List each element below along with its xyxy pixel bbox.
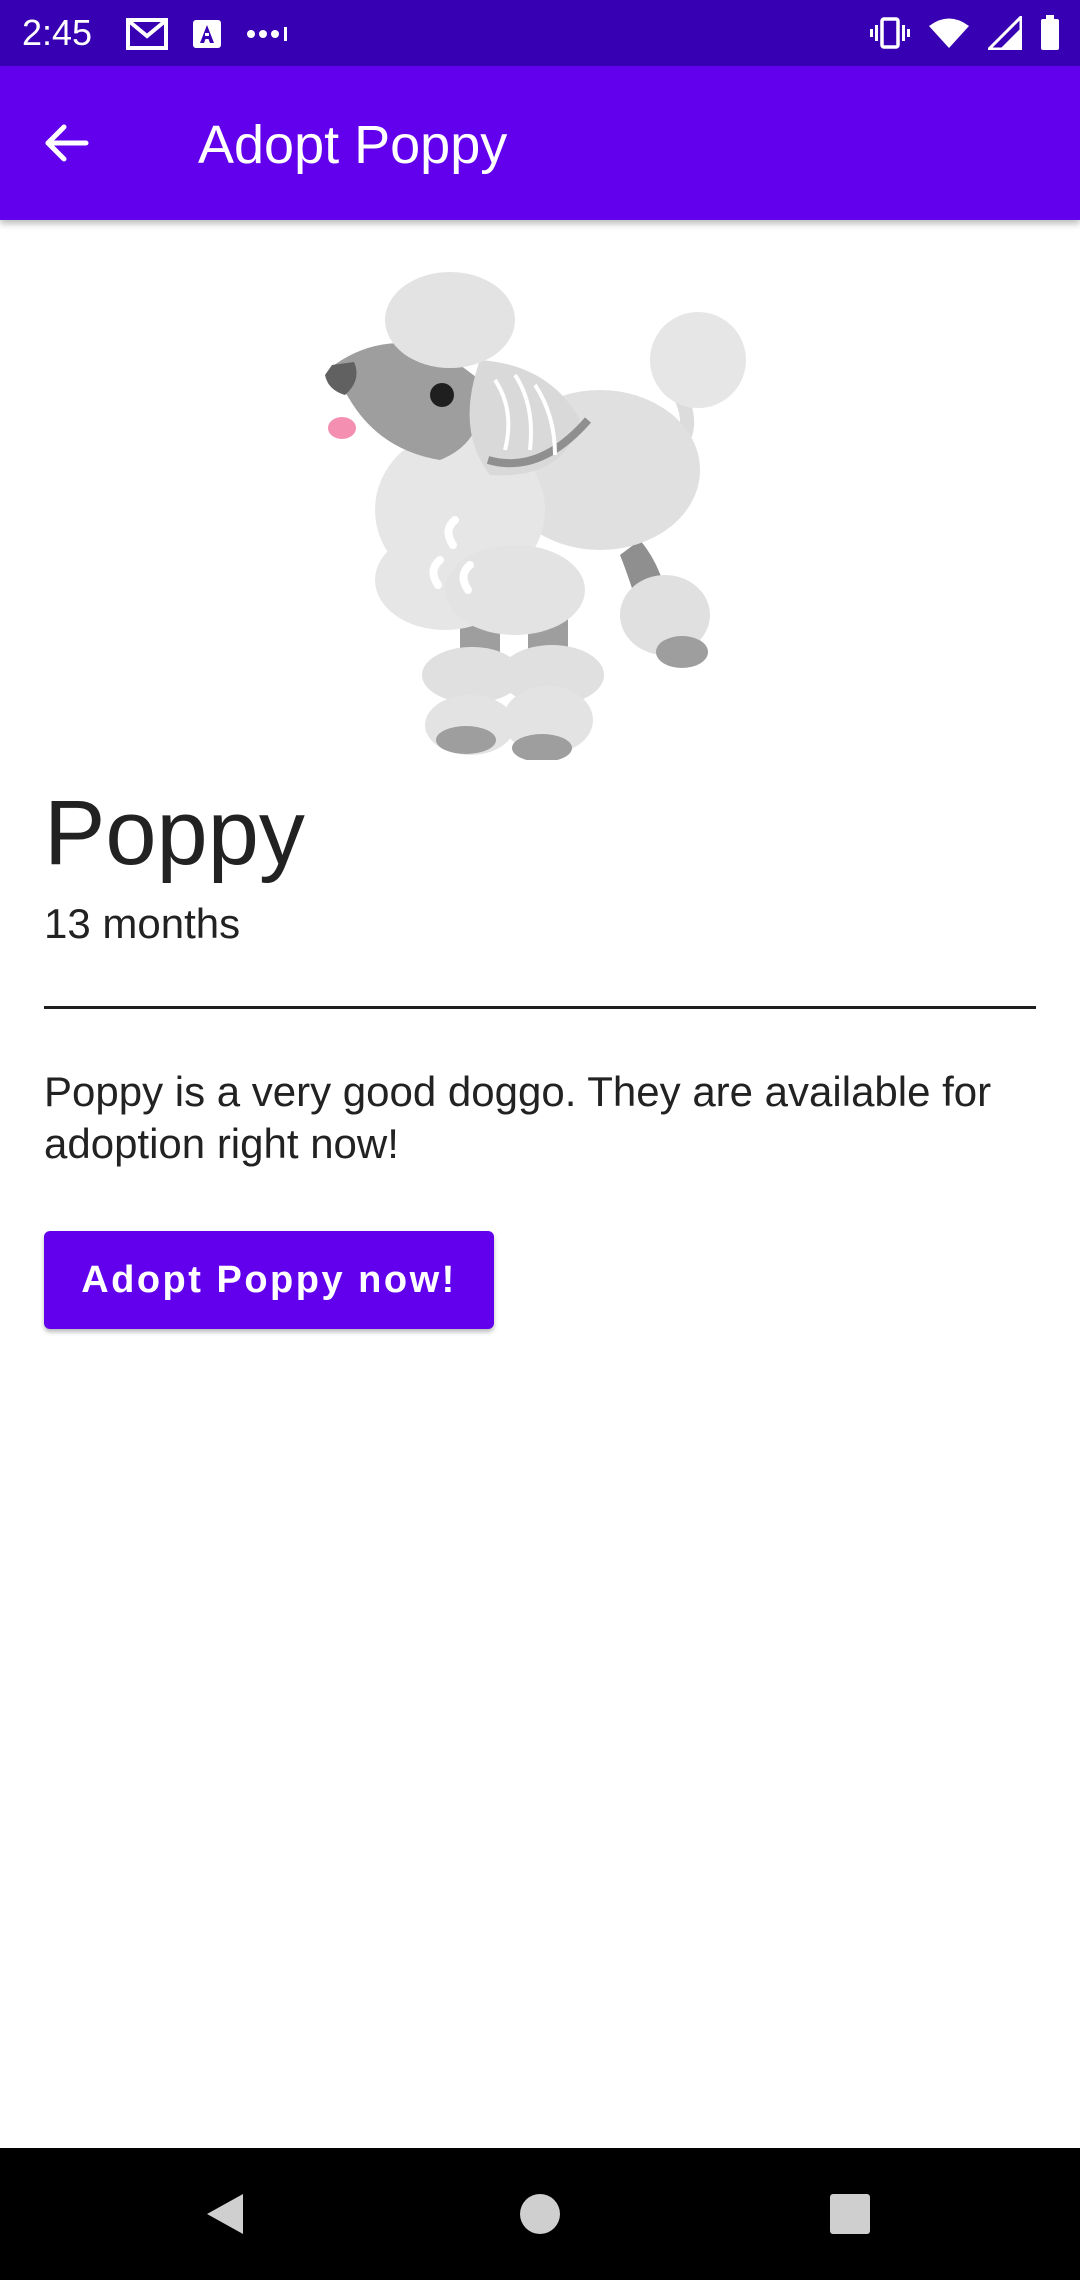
navigation-bar	[0, 2148, 1080, 2280]
signal-icon	[988, 16, 1022, 50]
status-time: 2:45	[22, 12, 93, 53]
page-title: Adopt Poppy	[198, 115, 508, 175]
dog-name: Poppy	[44, 782, 305, 884]
gmail-icon	[126, 18, 168, 50]
notification-icons	[126, 14, 314, 54]
back-triangle-icon	[203, 2190, 247, 2238]
nav-back-button[interactable]	[195, 2184, 255, 2244]
vibrate-icon	[870, 16, 910, 50]
status-bar: 2:45	[0, 0, 1080, 66]
dog-age: 13 months	[44, 900, 241, 947]
dog-description: Poppy is a very good doggo. They are ava…	[44, 1068, 992, 1167]
accessibility-icon	[192, 19, 222, 49]
nav-home-button[interactable]	[510, 2184, 570, 2244]
recents-square-icon	[828, 2192, 872, 2236]
adopt-button[interactable]: Adopt Poppy now!	[44, 1231, 494, 1329]
arrow-back-icon	[42, 123, 90, 163]
system-icons	[852, 12, 1060, 54]
wifi-icon	[928, 17, 970, 49]
poodle-illustration	[320, 270, 760, 762]
back-button[interactable]	[30, 107, 102, 179]
more-notifications-icon	[246, 24, 290, 44]
home-circle-icon	[518, 2192, 562, 2236]
nav-recents-button[interactable]	[820, 2184, 880, 2244]
app-bar: Adopt Poppy	[0, 66, 1080, 220]
divider	[44, 1006, 1036, 1009]
battery-icon	[1040, 15, 1060, 51]
